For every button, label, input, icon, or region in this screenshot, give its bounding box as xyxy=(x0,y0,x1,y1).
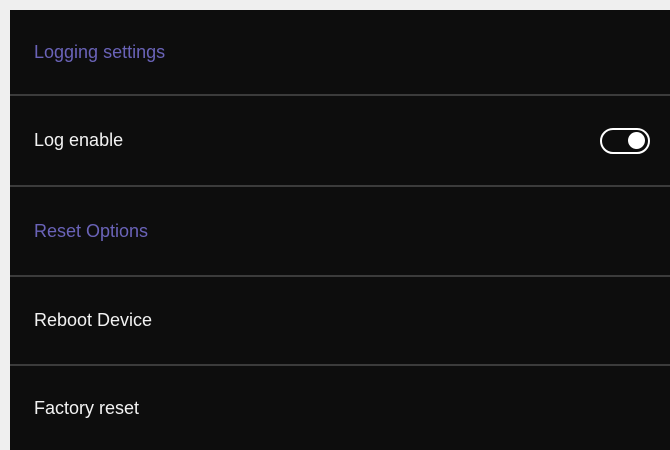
reset-options-header: Reset Options xyxy=(34,220,149,241)
reboot-device-label: Reboot Device xyxy=(34,310,153,330)
toggle-knob xyxy=(628,131,645,149)
factory-reset-label: Factory reset xyxy=(34,397,140,418)
factory-reset-row[interactable]: Factory reset xyxy=(10,366,670,450)
logging-settings-header: Logging settings xyxy=(34,41,166,62)
log-enable-row[interactable]: Log enable xyxy=(10,96,670,185)
log-enable-label: Log enable xyxy=(34,130,124,150)
logging-settings-header-row: Logging settings xyxy=(10,10,670,94)
reset-options-header-row: Reset Options xyxy=(10,187,670,275)
settings-panel: Logging settings Log enable Reset Option… xyxy=(10,10,670,450)
reboot-device-row[interactable]: Reboot Device xyxy=(10,277,670,364)
log-enable-toggle[interactable] xyxy=(600,127,650,154)
